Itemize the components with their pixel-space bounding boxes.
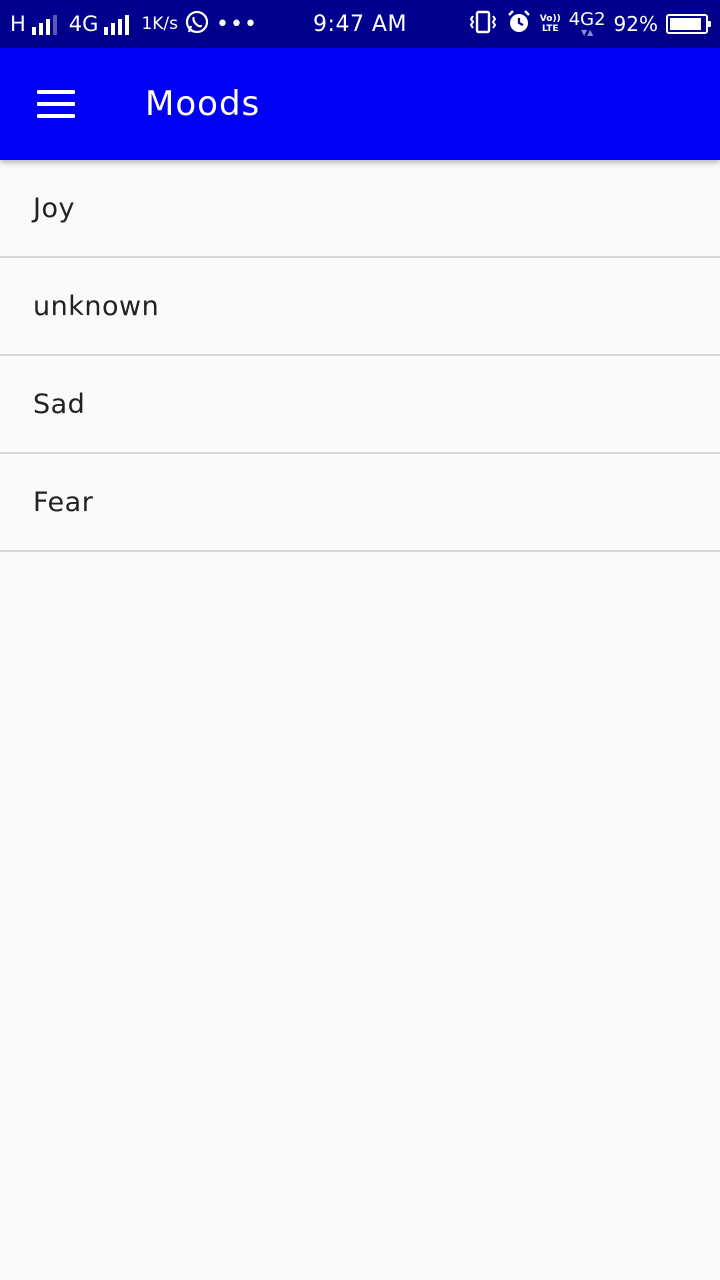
status-bar-right: Vo)) LTE 4G2 ▼▲ 92% <box>468 0 711 48</box>
volte-bottom-text: LTE <box>541 24 559 34</box>
battery-icon <box>666 14 711 34</box>
mood-label: Fear <box>33 486 94 518</box>
app-bar: Moods <box>0 48 720 160</box>
mood-list: Joy unknown Sad Fear <box>0 160 720 552</box>
status-bar: H 4G 1K/s ••• 9:47 AM Vo)) LTE 4G2 ▼▲ 92… <box>0 0 720 48</box>
mood-label: Joy <box>33 192 75 224</box>
data-arrows-icon: ▼▲ <box>580 28 594 37</box>
network-indicator: 4G2 ▼▲ <box>569 11 606 37</box>
vibrate-icon <box>468 9 498 40</box>
mood-list-item[interactable]: unknown <box>0 258 720 356</box>
page-title: Moods <box>145 84 261 124</box>
mood-list-item[interactable]: Joy <box>0 160 720 258</box>
mood-list-item[interactable]: Sad <box>0 356 720 454</box>
mood-label: unknown <box>33 290 160 322</box>
alarm-icon <box>506 9 532 40</box>
battery-percent: 92% <box>613 12 658 36</box>
mood-label: Sad <box>33 388 86 420</box>
battery-fill <box>670 18 702 30</box>
hamburger-menu-icon[interactable] <box>28 76 84 132</box>
mood-list-item[interactable]: Fear <box>0 454 720 552</box>
volte-icon: Vo)) LTE <box>540 14 561 34</box>
volte-top-text: Vo)) <box>539 14 561 24</box>
network-text: 4G2 <box>568 9 606 30</box>
time-text: 9:47 AM <box>313 11 407 37</box>
